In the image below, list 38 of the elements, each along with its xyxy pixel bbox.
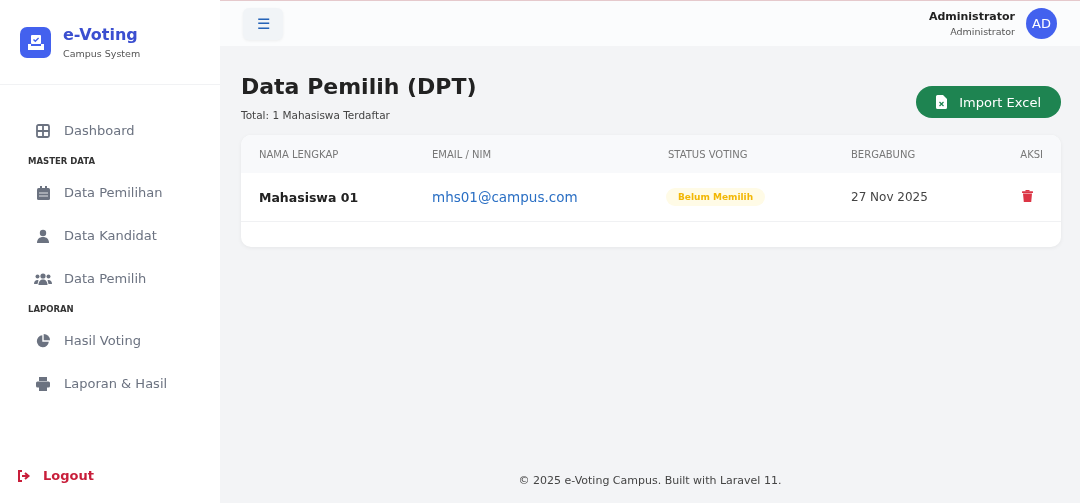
pie-chart-icon <box>36 333 50 348</box>
app-subtitle: Campus System <box>63 47 141 59</box>
avatar[interactable]: AD <box>1026 8 1057 39</box>
user-name: Administrator <box>928 10 1015 23</box>
calendar-icon <box>36 185 50 200</box>
column-header: STATUS VOTING <box>668 148 749 160</box>
page-title: Data Pemilih (DPT) <box>241 74 477 99</box>
table-cell-text: 27 Nov 2025 <box>851 190 929 204</box>
file-icon <box>936 95 948 109</box>
sidebar-item[interactable]: Data Pemilih <box>0 257 220 300</box>
section-label: MASTER DATA <box>27 155 95 168</box>
column-header: AKSI <box>1020 148 1043 160</box>
sidebar-item[interactable]: Dashboard <box>0 109 220 152</box>
column-header: BERGABUNG <box>851 148 917 160</box>
grid-icon <box>36 123 50 138</box>
table-cell-text: Mahasiswa 01 <box>259 189 360 205</box>
status-badge: Belum Memilih <box>666 188 766 206</box>
app-title: e-Voting <box>63 25 139 45</box>
import-excel-button[interactable]: Import Excel <box>916 86 1061 118</box>
page-subtitle: Total: 1 Mahasiswa Terdaftar <box>241 109 391 121</box>
sidebar-item[interactable]: Hasil Voting <box>0 319 220 362</box>
user-role: Administrator <box>949 26 1015 37</box>
users-icon <box>34 271 52 286</box>
sidebar-item[interactable]: Data Kandidat <box>0 214 220 257</box>
column-header: EMAIL / NIM <box>432 148 493 160</box>
email-link[interactable]: mhs01@campus.com <box>432 189 668 205</box>
sidebar-item[interactable]: Laporan & Hasil <box>0 362 220 405</box>
logout-icon <box>17 469 31 482</box>
user-icon <box>37 228 49 243</box>
sidebar-item[interactable]: Data Pemilihan <box>0 171 220 214</box>
printer-icon <box>36 376 50 391</box>
column-header: NAMA LENGKAP <box>259 148 340 160</box>
logout-link[interactable]: Logout <box>0 468 220 503</box>
trash-icon <box>1022 189 1033 202</box>
ballot-box-logo-icon <box>20 26 51 58</box>
footer-text: © 2025 e-Voting Campus. Built with Laravel 11. <box>518 474 782 487</box>
section-label: LAPORAN <box>27 303 74 316</box>
menu-button[interactable]: ☰ <box>243 7 283 40</box>
